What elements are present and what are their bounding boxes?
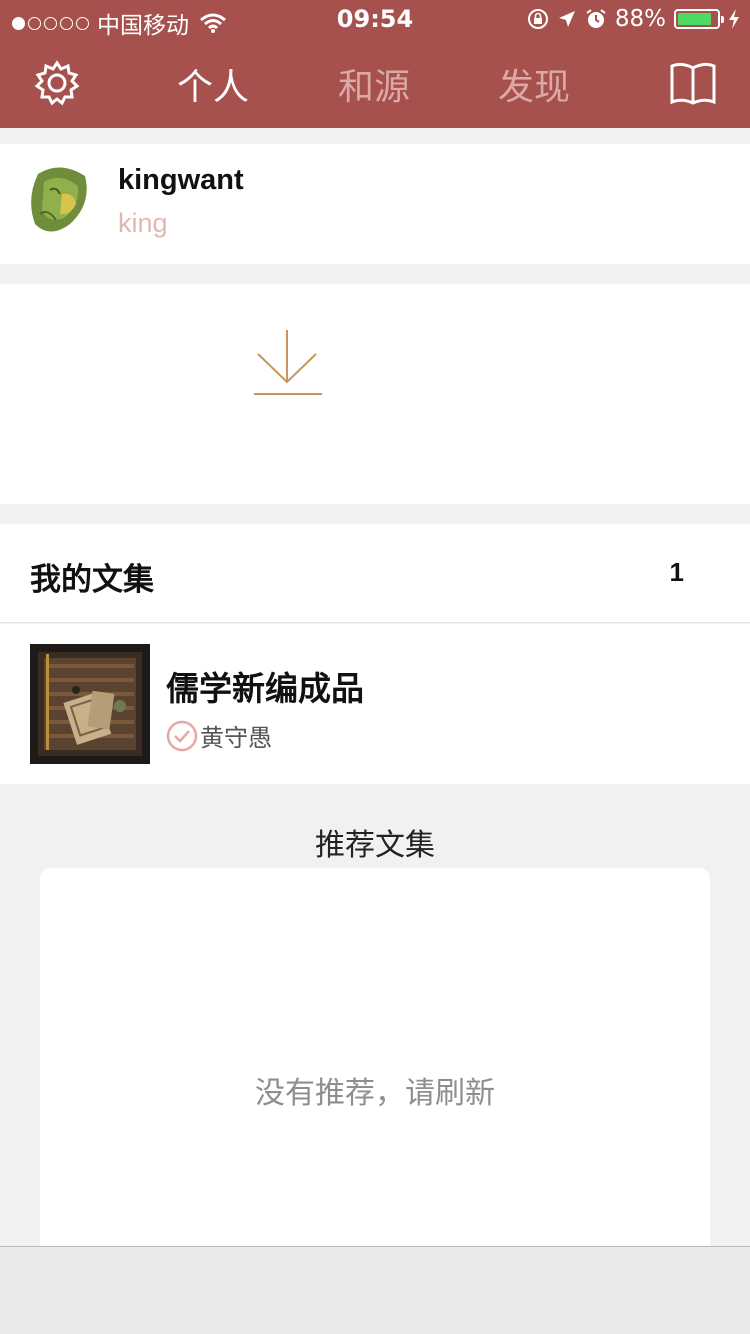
username: kingwant bbox=[118, 164, 244, 196]
author-name: 黄守愚 bbox=[200, 724, 272, 752]
recommend-title: 推荐文集 bbox=[315, 828, 435, 863]
my-collections-title: 我的文集 bbox=[30, 562, 154, 598]
profile-row[interactable]: kingwant king bbox=[0, 144, 750, 264]
alarm-icon bbox=[586, 9, 606, 28]
download-icon[interactable] bbox=[252, 328, 324, 398]
status-right: 88% bbox=[527, 6, 740, 32]
battery-fill bbox=[678, 13, 712, 25]
recommend-empty-message[interactable]: 没有推荐，请刷新 bbox=[40, 1068, 710, 1112]
location-arrow-icon bbox=[558, 11, 575, 27]
avatar[interactable] bbox=[30, 164, 90, 236]
status-bar: 中国移动 09:54 88% bbox=[0, 0, 750, 40]
collection-cover bbox=[30, 644, 150, 764]
top-nav: 个人 和源 发现 bbox=[0, 40, 750, 128]
download-area bbox=[0, 284, 750, 504]
bottom-bar bbox=[0, 1246, 750, 1334]
my-collections-header[interactable]: 我的文集 1 bbox=[0, 524, 750, 623]
tab-heyuan[interactable]: 和源 bbox=[338, 58, 410, 110]
verified-check-icon bbox=[166, 720, 198, 751]
list-item[interactable]: 儒学新编成品 黄守愚 bbox=[0, 624, 750, 784]
charging-bolt-icon bbox=[729, 9, 739, 29]
user-subname: king bbox=[118, 208, 168, 238]
recommend-card: 没有推荐，请刷新 bbox=[40, 868, 710, 1258]
tab-personal[interactable]: 个人 bbox=[177, 58, 249, 110]
rotation-lock-icon bbox=[527, 9, 548, 29]
collection-author: 黄守愚 bbox=[166, 718, 272, 753]
collection-title: 儒学新编成品 bbox=[166, 669, 364, 708]
tab-discover[interactable]: 发现 bbox=[498, 58, 570, 110]
collections-count: 1 bbox=[669, 557, 684, 587]
battery-percent: 88% bbox=[614, 6, 666, 32]
book-icon[interactable] bbox=[668, 58, 718, 108]
battery-icon bbox=[674, 9, 724, 29]
gear-icon[interactable] bbox=[32, 58, 82, 108]
